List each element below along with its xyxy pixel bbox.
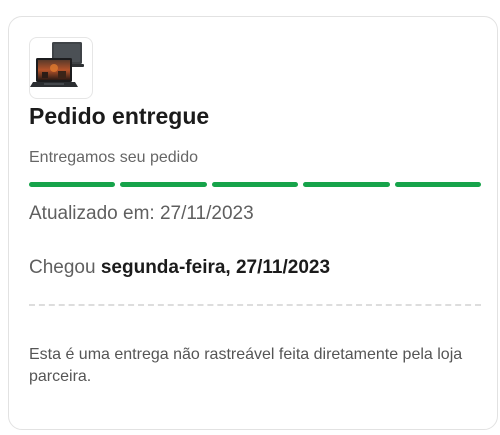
progress-step bbox=[120, 182, 207, 187]
last-updated-date: 27/11/2023 bbox=[159, 203, 254, 224]
delivery-note: Esta é uma entrega não rastreável feita … bbox=[29, 346, 463, 385]
progress-step bbox=[211, 182, 299, 187]
arrival-date: segunda-feira, 27/11/2023 bbox=[100, 257, 331, 278]
order-status-title: Pedido entregue bbox=[29, 103, 210, 129]
order-status-card: Pedido entregue Entregamos seu pedido At… bbox=[8, 16, 498, 430]
last-updated-label: Atualizado em: bbox=[29, 203, 155, 224]
order-status-subtitle: Entregamos seu pedido bbox=[29, 149, 198, 166]
delivery-progress-bar bbox=[29, 182, 482, 187]
arrival-label: Chegou bbox=[29, 257, 96, 278]
last-updated: Atualizado em: 27/11/2023 bbox=[29, 203, 254, 225]
dashed-divider bbox=[29, 304, 481, 306]
progress-step bbox=[303, 182, 390, 187]
laptop-image bbox=[30, 42, 84, 87]
arrival-info: Chegou segunda-feira, 27/11/2023 bbox=[29, 257, 330, 279]
progress-step bbox=[29, 182, 116, 187]
product-thumbnail[interactable] bbox=[29, 37, 93, 99]
progress-step bbox=[394, 182, 482, 187]
